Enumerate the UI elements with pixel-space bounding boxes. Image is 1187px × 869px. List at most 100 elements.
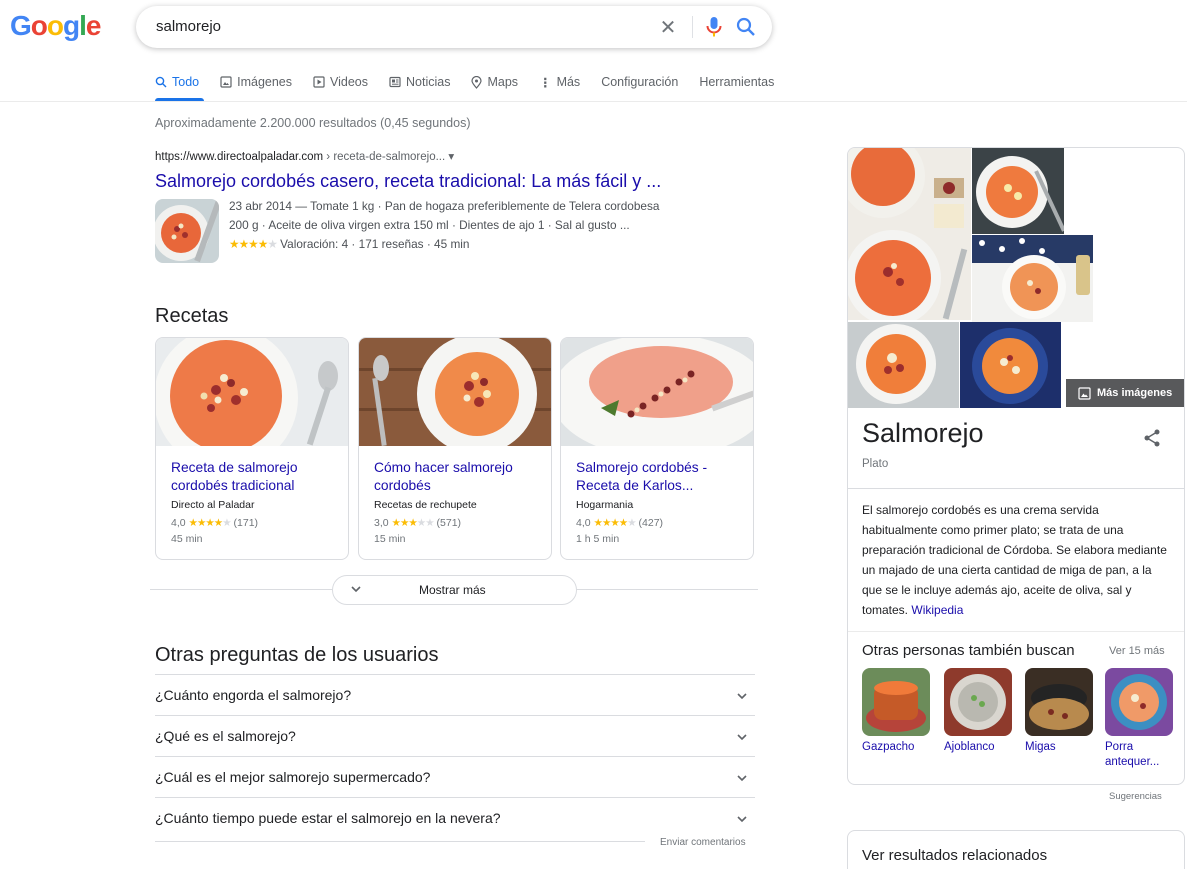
recipe-card[interactable]: Salmorejo cordobés - Receta de Karlos...… xyxy=(560,337,754,560)
search-tabs: Todo Imágenes Videos Noticias Maps ⋮ Más… xyxy=(155,72,795,102)
related-results-title: Ver resultados relacionados xyxy=(862,847,1048,864)
tab-imagenes[interactable]: Imágenes xyxy=(220,72,292,92)
image-icon xyxy=(1078,386,1091,400)
search-box[interactable]: salmorejo ✕ xyxy=(136,6,772,48)
show-more-label: Mostrar más xyxy=(419,583,486,597)
result-stats: Aproximadamente 2.200.000 resultados (0,… xyxy=(155,116,471,130)
related-item[interactable]: Migas xyxy=(1025,668,1093,755)
related-image xyxy=(944,668,1012,736)
related-item[interactable]: Gazpacho xyxy=(862,668,930,755)
paa-question[interactable]: ¿Qué es el salmorejo? xyxy=(155,715,755,756)
kp-description: El salmorejo cordobés es una crema servi… xyxy=(862,500,1174,620)
recipe-card[interactable]: Cómo hacer salmorejo cordobés Recetas de… xyxy=(358,337,552,560)
tab-label: Configuración xyxy=(601,75,679,89)
tab-label: Herramientas xyxy=(699,75,775,89)
star-rating: ★★★★★ xyxy=(188,517,232,529)
google-logo[interactable]: Google xyxy=(10,10,101,42)
tab-noticias[interactable]: Noticias xyxy=(389,72,450,92)
related-item[interactable]: Porra antequer... xyxy=(1105,668,1173,770)
paa-question[interactable]: ¿Cuál es el mejor salmorejo supermercado… xyxy=(155,756,755,797)
tab-label: Más xyxy=(556,75,581,89)
clear-icon[interactable]: ✕ xyxy=(656,15,680,40)
search-divider xyxy=(692,16,693,38)
recipe-rating: 3,0 ★★★★★ (571) xyxy=(374,517,461,529)
rating-score: 4,0 xyxy=(171,517,186,529)
news-icon xyxy=(389,76,401,88)
related-image xyxy=(1025,668,1093,736)
recipe-time: 15 min xyxy=(374,533,406,545)
search-icon xyxy=(155,76,167,88)
recipe-card[interactable]: Receta de salmorejo cordobés tradicional… xyxy=(155,337,349,560)
paa-question-text: ¿Cuánto tiempo puede estar el salmorejo … xyxy=(155,810,501,826)
result-cite[interactable]: https://www.directoalpaladar.com › recet… xyxy=(155,149,454,163)
wikipedia-link[interactable]: Wikipedia xyxy=(911,603,963,617)
star-rating: ★★★★★ xyxy=(391,517,435,529)
suggestions-link[interactable]: Sugerencias xyxy=(1109,791,1162,802)
paa-bottom-divider xyxy=(155,841,645,842)
kp-title: Salmorejo xyxy=(862,418,984,448)
tab-maps[interactable]: Maps xyxy=(471,72,518,92)
see-more-link[interactable]: Ver 15 más xyxy=(1109,645,1165,657)
tab-configuracion[interactable]: Configuración xyxy=(601,72,678,92)
rating-score: 3,0 xyxy=(374,517,389,529)
kp-image[interactable] xyxy=(848,322,959,408)
related-results-panel[interactable]: Ver resultados relacionados xyxy=(847,830,1185,869)
recipe-time: 1 h 5 min xyxy=(576,533,620,545)
kp-image[interactable] xyxy=(848,148,971,320)
kp-image[interactable] xyxy=(960,322,1061,408)
recipe-rating: 4,0 ★★★★★ (427) xyxy=(576,517,663,529)
snippet-line: 23 abr 2014 — Tomate 1 kg · Pan de hogaz… xyxy=(229,199,660,213)
header-divider xyxy=(0,101,1187,102)
tab-label: Maps xyxy=(487,75,519,89)
tab-label: Todo xyxy=(172,75,200,89)
snippet-line: 200 g · Aceite de oliva virgen extra 150… xyxy=(229,218,630,232)
paa-question[interactable]: ¿Cuánto tiempo puede estar el salmorejo … xyxy=(155,797,755,838)
search-input[interactable]: salmorejo xyxy=(156,18,221,35)
show-more-button[interactable]: Mostrar más xyxy=(332,575,577,605)
search-icon[interactable] xyxy=(734,15,758,39)
related-item[interactable]: Ajoblanco xyxy=(944,668,1012,755)
result-title-link[interactable]: Salmorejo cordobés casero, receta tradic… xyxy=(155,171,695,192)
tab-label: Noticias xyxy=(406,75,451,89)
kp-image[interactable] xyxy=(972,148,1064,234)
tab-todo[interactable]: Todo xyxy=(155,72,199,92)
star-rating: ★★★★★ xyxy=(593,517,637,529)
kp-image-grid[interactable]: Más imágenes xyxy=(848,148,1184,408)
kp-description-text: El salmorejo cordobés es una crema servi… xyxy=(862,503,1167,617)
paa-question-text: ¿Cuánto engorda el salmorejo? xyxy=(155,687,352,703)
recipe-image xyxy=(156,338,348,470)
kp-image[interactable] xyxy=(972,235,1093,322)
recipe-title[interactable]: Receta de salmorejo cordobés tradicional xyxy=(171,459,341,495)
tab-videos[interactable]: Videos xyxy=(313,72,368,92)
map-pin-icon xyxy=(471,75,483,89)
knowledge-panel: Más imágenes Salmorejo Plato El salmorej… xyxy=(847,147,1185,785)
more-images-label: Más imágenes xyxy=(1097,387,1173,399)
result-domain: https://www.directoalpaladar.com xyxy=(155,151,324,163)
tab-mas[interactable]: ⋮ Más xyxy=(539,72,580,92)
result-path: › receta-de-salmorejo... ▾ xyxy=(323,151,455,163)
review-count: (171) xyxy=(233,517,259,529)
result-rating: ★★★★★ Valoración: 4 · 171 reseñas · 45 m… xyxy=(229,235,709,254)
tab-label: Imágenes xyxy=(237,75,293,89)
mic-icon[interactable] xyxy=(702,14,726,40)
recipe-image xyxy=(561,338,753,458)
result-snippet: 23 abr 2014 — Tomate 1 kg · Pan de hogaz… xyxy=(229,197,709,254)
review-count: (571) xyxy=(436,517,462,529)
more-images-button[interactable]: Más imágenes xyxy=(1066,379,1184,407)
review-count: (427) xyxy=(638,517,664,529)
recipe-rating: 4,0 ★★★★★ (171) xyxy=(171,517,258,529)
feedback-link[interactable]: Enviar comentarios xyxy=(660,837,746,848)
paa-question[interactable]: ¿Cuánto engorda el salmorejo? xyxy=(155,674,755,715)
recipe-title[interactable]: Salmorejo cordobés - Receta de Karlos... xyxy=(576,459,746,495)
related-image xyxy=(862,668,930,736)
share-icon[interactable] xyxy=(1142,428,1162,448)
recipe-source: Recetas de rechupete xyxy=(374,499,477,511)
star-rating: ★★★★★ xyxy=(229,237,278,251)
result-thumbnail[interactable] xyxy=(155,199,219,263)
chevron-down-icon xyxy=(737,816,747,823)
recipe-title[interactable]: Cómo hacer salmorejo cordobés xyxy=(374,459,544,495)
tab-herramientas[interactable]: Herramientas xyxy=(699,72,774,92)
recipe-source: Directo al Paladar xyxy=(171,499,255,511)
recipe-source: Hogarmania xyxy=(576,499,634,511)
related-label: Gazpacho xyxy=(862,741,915,753)
